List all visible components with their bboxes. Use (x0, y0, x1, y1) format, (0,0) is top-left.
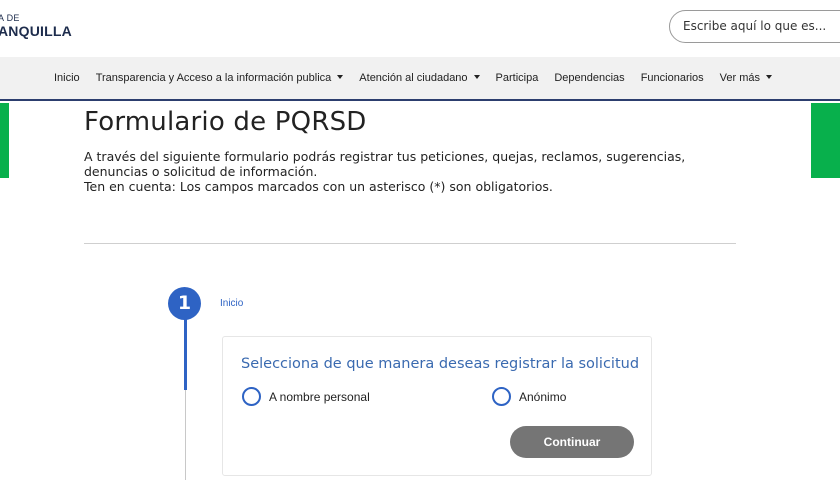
radio-personal[interactable]: A nombre personal (242, 387, 370, 406)
logo-line-1: A DE (0, 13, 20, 23)
nav-menu: Inicio Transparencia y Acceso a la infor… (54, 57, 788, 99)
required-fields-note: Ten en cuenta: Los campos marcados con u… (84, 179, 553, 194)
caret-down-icon (337, 75, 344, 79)
nav-item-label: Transparencia y Acceso a la información … (95, 72, 332, 84)
section-divider (84, 243, 736, 244)
registration-type-card: Selecciona de que manera deseas registra… (222, 336, 652, 476)
caret-down-icon (766, 75, 773, 79)
nav-item-ver-mas[interactable]: Ver más (719, 72, 773, 84)
nav-item-label: Dependencias (554, 72, 625, 84)
card-title: Selecciona de que manera deseas registra… (241, 356, 640, 372)
continue-button[interactable]: Continuar (510, 426, 634, 458)
top-header: A DE ANQUILLA Escribe aquí lo que es... (0, 0, 840, 57)
nav-item-label: Atención al ciudadano (359, 72, 468, 84)
nav-item-label: Participa (495, 72, 539, 84)
nav-item-label: Inicio (54, 72, 80, 84)
site-logo[interactable]: A DE ANQUILLA (0, 13, 72, 39)
nav-item-label: Ver más (719, 72, 761, 84)
stepper-track-line (185, 390, 186, 480)
search-input[interactable]: Escribe aquí lo que es... (669, 10, 840, 43)
step-label: Inicio (220, 298, 244, 309)
nav-item-dependencias[interactable]: Dependencias (554, 72, 624, 84)
nav-item-participa[interactable]: Participa (496, 72, 539, 84)
radio-label: Anónimo (519, 389, 567, 404)
nav-item-atencion[interactable]: Atención al ciudadano (359, 72, 480, 84)
page-title: Formulario de PQRSD (84, 107, 367, 137)
nav-item-funcionarios[interactable]: Funcionarios (641, 72, 704, 84)
main-navigation: Inicio Transparencia y Acceso a la infor… (0, 57, 840, 101)
radio-label: A nombre personal (269, 389, 370, 404)
page-intro: A través del siguiente formulario podrás… (84, 149, 724, 194)
radio-button-icon[interactable] (242, 387, 261, 406)
decorative-green-band-left (0, 103, 9, 178)
nav-item-inicio[interactable]: Inicio (54, 72, 80, 84)
radio-anonymous[interactable]: Anónimo (492, 387, 566, 406)
radio-button-icon[interactable] (492, 387, 511, 406)
nav-item-label: Funcionarios (640, 72, 704, 84)
intro-text: A través del siguiente formulario podrás… (84, 149, 686, 179)
step-number-badge: 1 (168, 287, 201, 320)
logo-line-2: ANQUILLA (0, 23, 72, 39)
caret-down-icon (473, 75, 480, 79)
stepper-progress-line (184, 318, 187, 390)
decorative-green-band-right (811, 103, 840, 178)
nav-item-transparencia[interactable]: Transparencia y Acceso a la información … (96, 72, 344, 84)
